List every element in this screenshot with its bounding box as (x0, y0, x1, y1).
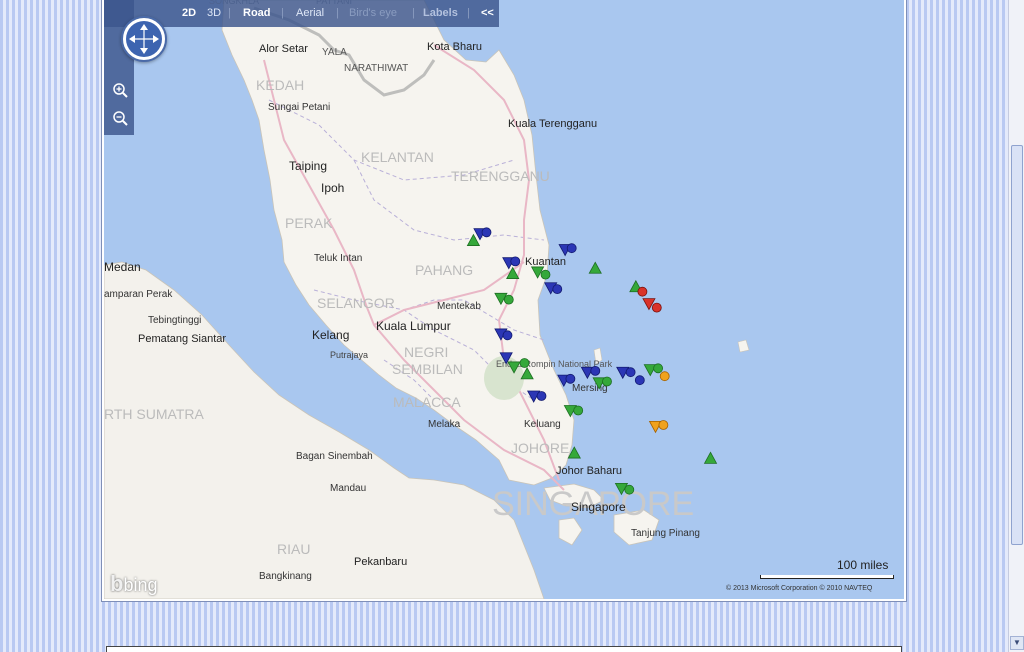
map-marker-green-ball[interactable] (653, 363, 663, 374)
nav-separator: | (281, 7, 284, 19)
vertical-scrollbar[interactable]: ▼ (1008, 0, 1024, 652)
place-label: Putrajaya (330, 350, 368, 360)
map-marker-blue-ball[interactable] (565, 373, 576, 384)
map-view[interactable]: Alor Setar YALA Kota Bharu NARATHIWAT KEDAH S… (104, 0, 904, 599)
view-3d-button[interactable]: 3D (207, 7, 221, 19)
place-label: SEMBILAN (392, 361, 463, 377)
scroll-down-icon[interactable]: ▼ (1010, 636, 1024, 650)
place-label: YALA (322, 47, 347, 58)
map-marker-red-ball[interactable] (651, 302, 662, 313)
map-marker-blue-ball[interactable] (634, 375, 645, 386)
map-marker-blue-ball[interactable] (590, 365, 601, 376)
place-label: Bangkinang (259, 571, 312, 582)
place-label: Tebingtinggi (148, 315, 201, 326)
place-label: RIAU (277, 541, 310, 557)
map-marker-red-ball[interactable] (637, 286, 648, 297)
place-label: Mentekab (437, 301, 481, 312)
place-label: Singapore (571, 500, 626, 514)
place-label: Keluang (524, 419, 561, 430)
copyright-text: © 2013 Microsoft Corporation © 2010 NAVT… (726, 585, 873, 592)
place-label: SELANGOR (317, 295, 395, 311)
scale-bar (760, 575, 894, 579)
place-label: Bagan Sinembah (296, 451, 373, 462)
pan-compass-icon[interactable] (121, 16, 167, 62)
place-label: RTH SUMATRA (104, 406, 204, 422)
bing-logo: bbing (110, 571, 158, 596)
place-label: Sungai Petani (268, 102, 330, 113)
place-label: TERENGGANU (451, 168, 550, 184)
map-marker-green-ball[interactable] (573, 405, 584, 416)
place-label: KELANTAN (361, 149, 434, 165)
place-label: NARATHIWAT (344, 63, 408, 74)
place-label: Ipoh (321, 181, 344, 195)
map-marker-blue-ball[interactable] (566, 243, 577, 254)
place-label: Kelang (312, 328, 349, 342)
collapse-nav-button[interactable]: << (481, 7, 494, 19)
nav-separator: | (228, 7, 231, 19)
view-2d-button[interactable]: 2D (182, 7, 196, 19)
place-label: Kuantan (525, 256, 566, 268)
map-marker-blue-ball[interactable] (536, 391, 547, 401)
map-marker-blue-ball[interactable] (502, 330, 513, 341)
map-marker-green-ball[interactable] (503, 294, 514, 305)
place-label: KEDAH (256, 77, 304, 93)
place-label: Teluk Intan (314, 253, 362, 264)
place-label: Pekanbaru (354, 556, 407, 568)
place-label: NEGRI (404, 344, 448, 360)
labels-button[interactable]: Labels (423, 7, 458, 19)
place-label: Tanjung Pinang (631, 528, 700, 539)
zoom-out-icon[interactable] (110, 108, 130, 128)
nav-separator: | (412, 7, 415, 19)
place-label: PAHANG (415, 262, 473, 278)
nav-separator: | (336, 7, 339, 19)
map-marker-blue-ball[interactable] (510, 256, 521, 267)
place-label: PERAK (285, 215, 333, 231)
map-marker-green-ball[interactable] (624, 484, 635, 495)
place-label: Kuala Lumpur (376, 319, 451, 333)
lower-content-panel (106, 646, 902, 652)
place-label: Kota Bharu (427, 41, 482, 53)
map-marker-blue-ball[interactable] (481, 227, 492, 238)
map-marker-blue-ball[interactable] (552, 284, 563, 295)
zoom-in-icon[interactable] (110, 80, 130, 100)
place-label: Taiping (289, 159, 327, 173)
place-label: amparan Perak (104, 289, 173, 300)
place-label: Medan (104, 260, 141, 274)
birds-eye-button[interactable]: Bird's eye (349, 7, 397, 19)
map-marker-blue-ball[interactable] (625, 367, 636, 378)
map-marker-orange-ball[interactable] (658, 420, 669, 430)
place-label: Melaka (428, 419, 461, 430)
aerial-button[interactable]: Aerial (296, 7, 324, 19)
place-label: Kuala Terengganu (508, 118, 597, 130)
place-label: MALACCA (393, 394, 461, 410)
map-marker-green-ball[interactable] (540, 269, 551, 280)
nav-separator: | (467, 7, 470, 19)
scrollbar-thumb[interactable] (1011, 145, 1023, 545)
map-marker-orange-ball[interactable] (659, 371, 670, 382)
place-label: JOHORE (511, 440, 569, 456)
place-label: Alor Setar (259, 43, 308, 55)
place-label: Johor Baharu (556, 465, 622, 477)
place-label: Pematang Siantar (138, 333, 226, 345)
road-button[interactable]: Road (243, 7, 271, 19)
place-label: Mandau (330, 483, 366, 494)
place-label: Mersing (572, 383, 608, 394)
scale-label: 100 miles (837, 558, 889, 572)
map-marker-green-ball[interactable] (519, 358, 530, 368)
map-canvas[interactable]: Alor Setar YALA Kota Bharu NARATHIWAT KEDAH S… (104, 0, 904, 599)
map-marker-green-ball[interactable] (602, 376, 612, 387)
